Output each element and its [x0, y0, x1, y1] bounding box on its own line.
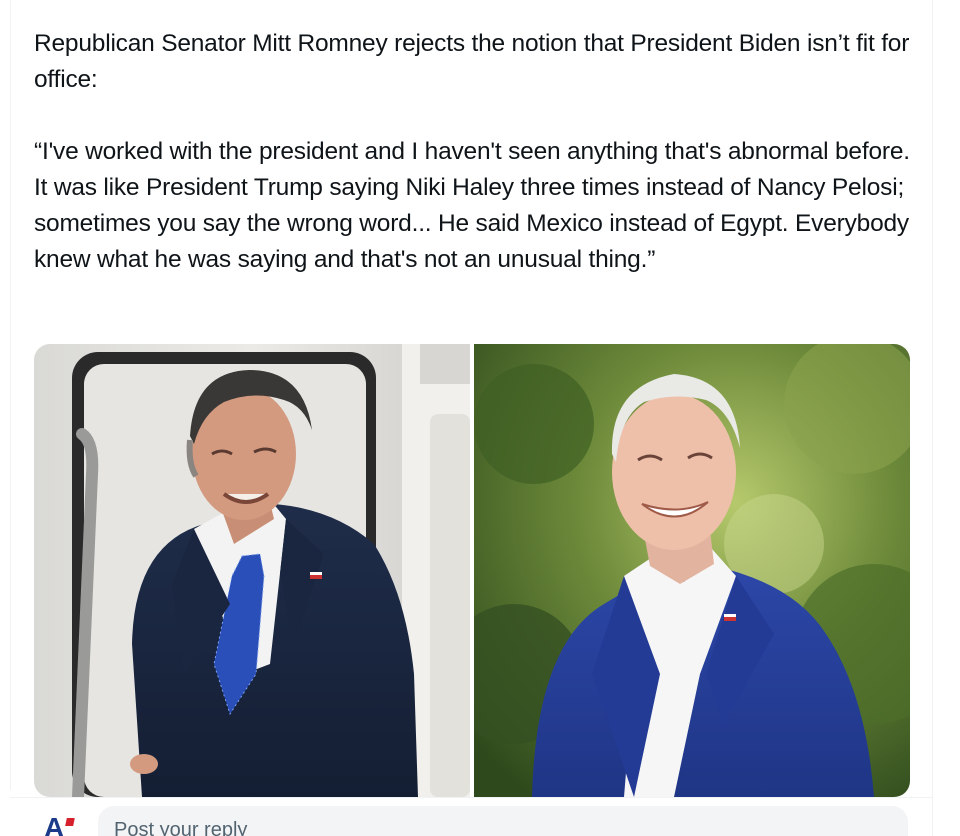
- post-body: Republican Senator Mitt Romney rejects t…: [34, 26, 914, 278]
- post-text: Republican Senator Mitt Romney rejects t…: [34, 26, 914, 278]
- post-detail-view: Republican Senator Mitt Romney rejects t…: [0, 0, 960, 836]
- post-media-grid[interactable]: [34, 344, 910, 797]
- right-gutter: [933, 0, 960, 836]
- photo-romney[interactable]: [34, 344, 470, 797]
- reply-input[interactable]: Post your reply: [98, 806, 908, 836]
- post-paragraph-intro: Republican Senator Mitt Romney rejects t…: [34, 30, 916, 93]
- photo-romney-image: [34, 344, 470, 797]
- avatar-logo-accent: [65, 818, 75, 826]
- avatar-logo-letter: A: [44, 812, 65, 836]
- post-paragraph-quote: “I've worked with the president and I ha…: [34, 138, 917, 273]
- photo-biden-image: [474, 344, 910, 797]
- reply-placeholder: Post your reply: [114, 819, 248, 836]
- column-border-left: [10, 0, 11, 790]
- photo-biden[interactable]: [474, 344, 910, 797]
